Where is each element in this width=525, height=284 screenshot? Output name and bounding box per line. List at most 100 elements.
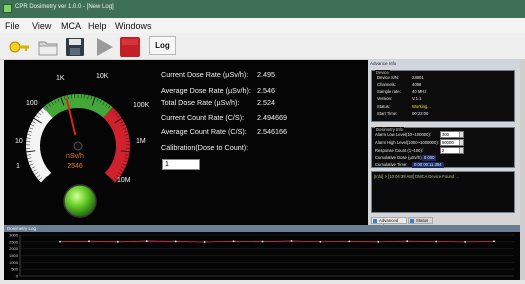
save-icon[interactable] (63, 35, 87, 59)
dosimetry-log-panel: Dosimetry Log 3000 2500 2000 1500 1000 500 0 (4, 225, 520, 281)
menu-view[interactable]: View (32, 21, 51, 31)
play-icon[interactable] (92, 35, 116, 59)
sample-rate-value: 40 MHz (412, 89, 427, 94)
dosimetry-log-chart: 30002500 2000 1500 1000 500 0 (9, 233, 514, 279)
total-dose-rate-label: Total Dose Rate (µSv/h): (161, 98, 240, 107)
device-group: Device Device S/N: 23801 Channels: 4096 … (371, 70, 515, 122)
menu-mca[interactable]: MCA (61, 21, 81, 31)
cumulative-dose-label: Cumulative Dose (µSv/h): (375, 155, 423, 160)
start-time-value: 00:23:00 (412, 111, 429, 116)
response-count-label: Response Count (1~100): (375, 148, 424, 153)
chart-y-ticks: 30002500 2000 1500 1000 500 0 (9, 233, 19, 279)
alarm-high-spinner[interactable]: 90000 (440, 139, 464, 146)
gauge-scale-label-1m: 1M (136, 138, 146, 145)
chart-data-point (145, 240, 148, 242)
tab-status-label: Status (416, 218, 429, 223)
sample-rate-label: Sample rate: (377, 89, 401, 94)
cumulative-time-value: 0:00:00:11.384 (412, 162, 444, 168)
average-count-rate-value: 2.546166 (257, 127, 287, 136)
chart-data-point (406, 240, 409, 243)
chart-data-point (377, 240, 380, 243)
open-file-icon[interactable] (36, 35, 60, 59)
dose-rate-gauge: 1 10 100 1K 10K 100K 1M 10M nSv/h 2546 (15, 73, 150, 218)
tab-status[interactable]: Status (408, 217, 433, 224)
spinner-arrows-icon[interactable] (459, 148, 463, 153)
gauge-hub (73, 141, 83, 151)
current-dose-rate-value: 2.495 (257, 70, 275, 79)
gauge-scale-label-1: 1 (16, 163, 20, 170)
dosimetry-log-header: Dosimetry Log (4, 225, 520, 232)
gauge-scale-label-10: 10 (15, 138, 23, 145)
version-label: Version: (377, 96, 393, 101)
status-bar (0, 280, 525, 284)
chart-data-point (88, 240, 90, 243)
app-icon (3, 4, 12, 13)
calibration-label: Calibration(Dose to Count): (161, 143, 249, 152)
current-count-rate-label: Current Count Rate (C/S): (161, 113, 245, 122)
tab-advanced-info[interactable]: Advanced Info (371, 217, 407, 229)
status-value: Working... (412, 104, 431, 109)
channels-label: Channels: (377, 82, 396, 87)
cumulative-dose-value: 0.000 (422, 155, 437, 161)
total-dose-rate-value: 2.524 (257, 98, 275, 107)
toolbar (0, 33, 525, 60)
panel-tabs: Advanced Info Status (371, 217, 515, 229)
spinner-arrows-icon[interactable] (459, 140, 463, 145)
gauge-arc-green (43, 94, 113, 118)
gauge-scale-label-10m: 10M (117, 177, 131, 184)
menu-help[interactable]: Help (88, 21, 107, 31)
chart-data-point (348, 240, 351, 243)
menu-bar: File View MCA Help Windows (0, 18, 525, 33)
info-icon (373, 219, 377, 223)
title-bar: CPR Dosimetry ver 1.0.0 - [New Log] (0, 0, 525, 18)
alarm-low-spinner[interactable]: 300 (440, 131, 464, 138)
chart-y-tick-label: 1000 (9, 260, 19, 265)
start-time-label: Start Time: (377, 111, 398, 116)
log-button[interactable]: Log (149, 36, 176, 55)
dosimetry-info-group: Dosimetry Info Alarm Low Level(10~100000… (371, 127, 515, 168)
chart-y-tick-label: 3000 (9, 233, 19, 238)
connect-icon[interactable] (8, 35, 32, 59)
menu-windows[interactable]: Windows (115, 21, 152, 31)
version-value: V.1.1 (412, 96, 422, 101)
gauge-unit: nSv/h (66, 153, 84, 160)
chart-y-tick-label: 2000 (9, 246, 19, 251)
spinner-arrows-icon[interactable] (459, 132, 463, 137)
alarm-high-value: 90000 (442, 140, 454, 145)
chart-data-point (232, 240, 235, 243)
response-count-spinner[interactable]: 2 (440, 147, 464, 154)
alarm-high-label: Alarm High Level(1000~1000000): (375, 140, 439, 145)
stop-icon[interactable] (118, 35, 142, 59)
chart-data-point (59, 240, 61, 243)
average-count-rate-label: Average Count Rate (C/S): (161, 127, 247, 136)
gauge-scale-label-1k: 1K (56, 75, 65, 82)
window-scrollbar[interactable] (520, 60, 525, 284)
advance-info-panel: Advance Info Device Device S/N: 23801 Ch… (368, 60, 520, 229)
chart-y-tick-label: 2500 (9, 239, 19, 244)
device-log-line: [Info] > [10:04:38 AM] DMCA Device Found… (374, 174, 459, 179)
chart-y-tick-label: 500 (11, 267, 18, 272)
chart-data-point (493, 240, 495, 243)
channels-value: 4096 (412, 82, 422, 87)
status-icon (410, 219, 414, 223)
alarm-low-label: Alarm Low Level(10~100000): (375, 132, 431, 137)
chart-data-point (116, 240, 119, 243)
window-title: CPR Dosimetry ver 1.0.0 - [New Log] (15, 4, 114, 10)
chart-data-point (174, 240, 177, 243)
device-log-area[interactable]: [Info] > [10:04:38 AM] DMCA Device Found… (371, 171, 515, 213)
gauge-scale-label-10k: 10K (96, 73, 109, 80)
average-dose-rate-value: 2.546 (257, 86, 275, 95)
gauge-value: 2546 (67, 163, 83, 170)
app-window: CPR Dosimetry ver 1.0.0 - [New Log] File… (0, 0, 525, 284)
chart-data-point (464, 241, 466, 243)
chart-data-point (435, 240, 438, 243)
gauge-scale-label-100k: 100K (133, 102, 150, 109)
gauge-scale-label-100: 100 (26, 100, 38, 107)
chart-data-point (319, 240, 322, 243)
menu-file[interactable]: File (5, 21, 20, 31)
current-count-rate-value: 2.494669 (257, 113, 287, 122)
status-indicator-light (63, 184, 97, 218)
cumulative-time-label: Cumulative Time: (375, 162, 408, 167)
current-dose-rate-label: Current Dose Rate (µSv/h): (161, 70, 249, 79)
calibration-input[interactable]: 1 (162, 159, 200, 170)
